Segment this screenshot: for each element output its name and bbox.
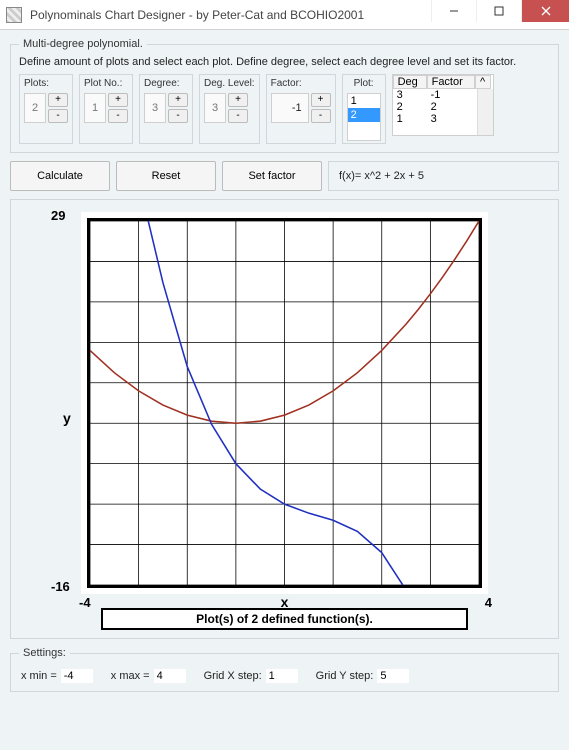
client-area: Multi-degree polynomial. Define amount o… <box>0 30 569 750</box>
chart-plot-area <box>87 218 482 588</box>
deglevel-header: Deg. Level: <box>204 78 255 89</box>
factor-minus-button[interactable]: - <box>311 109 331 123</box>
reset-button[interactable]: Reset <box>116 161 216 191</box>
plotno-group: Plot No.: 1 + - <box>79 74 133 144</box>
factor-header: Factor: <box>271 78 331 89</box>
calculate-button[interactable]: Calculate <box>10 161 110 191</box>
xmin-label: x min = <box>21 670 57 682</box>
factor-col-header[interactable]: Factor <box>427 75 475 89</box>
plots-header: Plots: <box>24 78 68 89</box>
window-controls <box>431 0 569 29</box>
factor-plus-button[interactable]: + <box>311 93 331 107</box>
factor-spinner: -1 + - <box>271 93 331 123</box>
plotno-spinner: 1 + - <box>84 93 128 123</box>
minimize-button[interactable] <box>431 0 476 22</box>
degree-group: Degree: 3 + - <box>139 74 193 144</box>
chart-frame <box>81 212 488 594</box>
maximize-button[interactable] <box>476 0 521 22</box>
factor-value[interactable]: -1 <box>271 93 309 123</box>
plots-plus-button[interactable]: + <box>48 93 68 107</box>
factor-cell: -1 <box>427 89 475 101</box>
factor-cell: 3 <box>427 113 475 125</box>
xmin-input[interactable] <box>61 669 93 683</box>
plot-list-item-1[interactable]: 1 <box>348 94 380 108</box>
table-row[interactable]: 1 3 <box>393 113 477 125</box>
factor-cell: 2 <box>427 101 475 113</box>
polynomial-legend: Multi-degree polynomial. <box>19 38 147 50</box>
degree-value[interactable]: 3 <box>144 93 166 123</box>
plots-minus-button[interactable]: - <box>48 109 68 123</box>
deg-cell: 2 <box>393 101 427 113</box>
y-min-label: -16 <box>51 579 70 594</box>
chart-svg <box>90 221 479 585</box>
gridy-label: Grid Y step: <box>316 670 374 682</box>
deg-col-header[interactable]: Deg <box>393 75 427 89</box>
deglevel-group: Deg. Level: 3 + - <box>199 74 260 144</box>
deglevel-spinner: 3 + - <box>204 93 255 123</box>
chart-panel: 29 y -16 -4 x 4 Plot(s) of 2 defined fun… <box>10 199 559 639</box>
formula-display: f(x)= x^2 + 2x + 5 <box>328 161 559 191</box>
window-title: Polynominals Chart Designer - by Peter-C… <box>30 8 431 22</box>
deg-cell: 1 <box>393 113 427 125</box>
instruction-text: Define amount of plots and select each p… <box>19 56 550 68</box>
plot-listbox[interactable]: 1 2 <box>347 93 381 141</box>
close-button[interactable] <box>521 0 569 22</box>
gridx-input[interactable] <box>266 669 298 683</box>
plot-select-header: Plot: <box>347 78 381 89</box>
plotno-value[interactable]: 1 <box>84 93 106 123</box>
y-axis-label: y <box>63 410 71 426</box>
polynomial-group: Multi-degree polynomial. Define amount o… <box>10 38 559 153</box>
action-row: Calculate Reset Set factor f(x)= x^2 + 2… <box>10 161 559 191</box>
deglevel-minus-button[interactable]: - <box>228 109 248 123</box>
plot-select-group: Plot: 1 2 <box>342 74 386 144</box>
settings-legend: Settings: <box>19 647 70 659</box>
plots-spinner: 2 + - <box>24 93 68 123</box>
vertical-scrollbar[interactable] <box>477 89 493 135</box>
chart-caption: Plot(s) of 2 defined function(s). <box>101 608 468 630</box>
deg-table-header: Deg Factor ^ <box>393 75 493 89</box>
degree-header: Degree: <box>144 78 188 89</box>
app-icon <box>6 7 22 23</box>
plots-value[interactable]: 2 <box>24 93 46 123</box>
degree-spinner: 3 + - <box>144 93 188 123</box>
x-min-label: -4 <box>79 595 91 610</box>
gridx-label: Grid X step: <box>204 670 262 682</box>
xmax-label: x max = <box>111 670 150 682</box>
titlebar: Polynominals Chart Designer - by Peter-C… <box>0 0 569 30</box>
factor-group: Factor: -1 + - <box>266 74 336 144</box>
plotno-minus-button[interactable]: - <box>108 109 128 123</box>
plot-list-item-2[interactable]: 2 <box>348 108 380 122</box>
plotno-header: Plot No.: <box>84 78 128 89</box>
table-row[interactable]: 3 -1 <box>393 89 477 101</box>
settings-group: Settings: x min = x max = Grid X step: G… <box>10 647 559 692</box>
degree-plus-button[interactable]: + <box>168 93 188 107</box>
deg-cell: 3 <box>393 89 427 101</box>
controls-row: Plots: 2 + - Plot No.: 1 + - <box>19 74 550 144</box>
x-max-label: 4 <box>485 595 492 610</box>
scroll-up-icon[interactable]: ^ <box>475 75 491 89</box>
xmax-input[interactable] <box>154 669 186 683</box>
deglevel-value[interactable]: 3 <box>204 93 226 123</box>
plots-group: Plots: 2 + - <box>19 74 73 144</box>
degree-minus-button[interactable]: - <box>168 109 188 123</box>
deg-factor-table[interactable]: Deg Factor ^ 3 -1 2 2 <box>392 74 494 136</box>
plotno-plus-button[interactable]: + <box>108 93 128 107</box>
y-max-label: 29 <box>51 208 65 223</box>
setfactor-button[interactable]: Set factor <box>222 161 322 191</box>
gridy-input[interactable] <box>377 669 409 683</box>
table-row[interactable]: 2 2 <box>393 101 477 113</box>
deglevel-plus-button[interactable]: + <box>228 93 248 107</box>
